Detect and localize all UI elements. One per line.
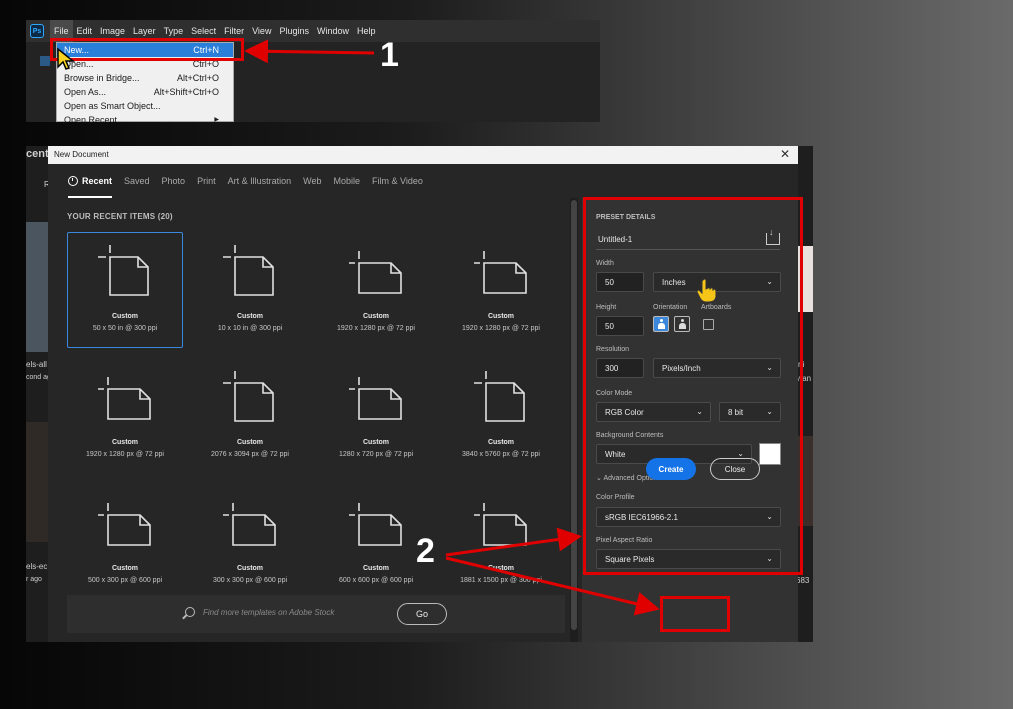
arrow-to-create (445, 556, 660, 616)
arrow-to-preset-details (445, 527, 582, 557)
annotation-arrows (244, 39, 660, 616)
step-2-label: 2 (416, 532, 435, 570)
step-1-label: 1 (380, 36, 399, 74)
new-menu-highlight (50, 38, 244, 61)
mouse-cursor-icon (57, 47, 76, 70)
hand-cursor-icon (696, 278, 717, 303)
arrow-to-new (244, 39, 375, 64)
